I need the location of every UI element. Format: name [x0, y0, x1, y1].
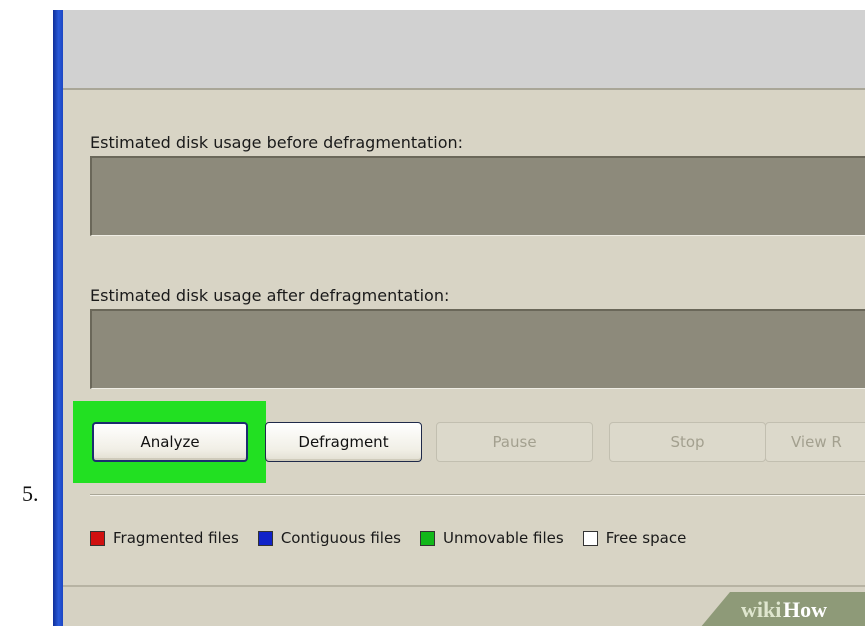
legend-item-free-space: Free space	[582, 529, 687, 547]
step-number: 5.	[22, 481, 39, 506]
contiguous-swatch	[257, 530, 273, 546]
window-status-strip: wiki How	[63, 585, 865, 626]
view-report-button: View R	[765, 422, 865, 462]
svg-text:How: How	[783, 597, 827, 622]
usage-before-display	[90, 156, 865, 236]
wikihow-watermark-logo: wiki How	[700, 592, 865, 626]
usage-after-label: Estimated disk usage after defragmentati…	[90, 286, 450, 305]
legend: Fragmented files Contiguous files Unmova…	[90, 526, 705, 550]
unmovable-swatch	[420, 530, 435, 546]
defragment-button[interactable]: Defragment	[265, 422, 422, 462]
window-left-border	[53, 10, 63, 626]
wikihow-wordmark: wiki How	[741, 597, 827, 622]
legend-item-contiguous: Contiguous files	[257, 529, 401, 547]
legend-label: Fragmented files	[113, 529, 239, 547]
legend-separator	[90, 494, 865, 496]
usage-before-label: Estimated disk usage before defragmentat…	[90, 133, 464, 152]
usage-after-display	[90, 309, 865, 389]
svg-text:wiki: wiki	[741, 597, 781, 622]
free-space-swatch	[582, 530, 598, 546]
disk-defragmenter-window: Estimated disk usage before defragmentat…	[63, 10, 865, 626]
screenshot-stage: 5. Estimated disk usage before defragmen…	[0, 0, 865, 627]
legend-item-unmovable: Unmovable files	[420, 529, 564, 547]
stop-button: Stop	[609, 422, 766, 462]
legend-item-fragmented: Fragmented files	[90, 529, 239, 547]
legend-label: Unmovable files	[443, 529, 564, 547]
pause-button: Pause	[436, 422, 593, 462]
legend-label: Free space	[605, 529, 687, 547]
analyze-button[interactable]: Analyze	[92, 422, 248, 462]
fragmented-swatch	[90, 530, 105, 546]
volume-list-pane	[63, 10, 865, 90]
legend-label: Contiguous files	[280, 529, 401, 547]
